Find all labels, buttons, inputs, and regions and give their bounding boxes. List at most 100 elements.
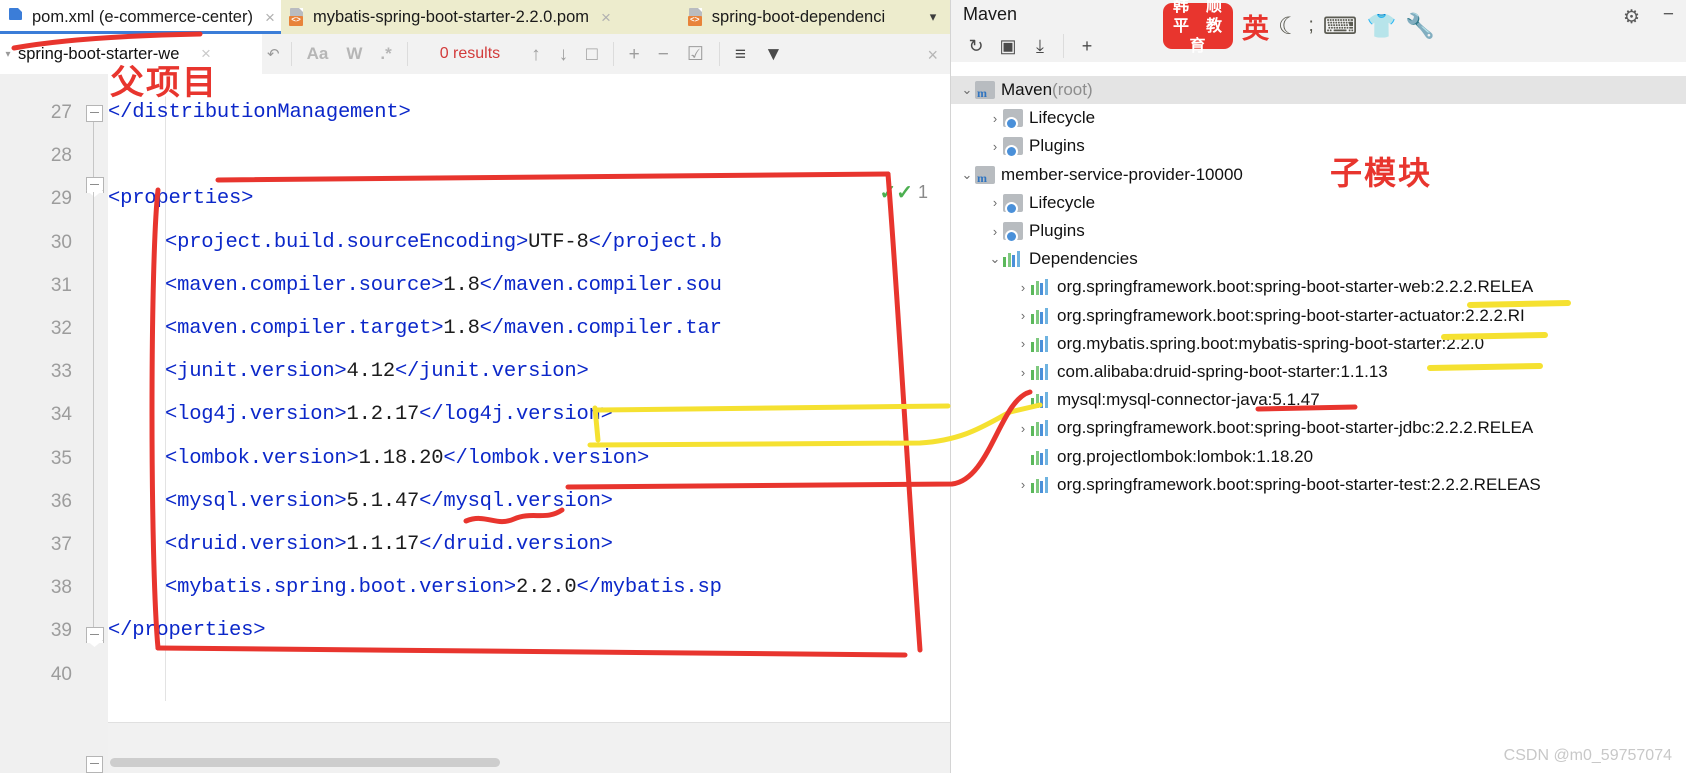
find-next-icon[interactable]: ↓ — [550, 45, 578, 64]
chevron-right-icon[interactable]: › — [1015, 280, 1031, 295]
maven-tree-row[interactable]: › org.springframework.boot:spring-boot-st… — [951, 273, 1686, 301]
chevron-right-icon[interactable]: › — [987, 139, 1003, 154]
maven-tree-label: org.springframework.boot:spring-boot-sta… — [1057, 277, 1534, 297]
regex-toggle[interactable]: .* — [371, 44, 400, 64]
inspection-status[interactable]: ✓✓ 1 — [879, 182, 928, 203]
xml-value: 5.1.47 — [346, 489, 420, 513]
tab-pom-xml[interactable]: <> pom.xml (e-commerce-center) × — [0, 0, 281, 34]
xml-tag: <maven.compiler.target> — [165, 317, 444, 340]
tab-list-dropdown-icon[interactable]: ▾ — [916, 0, 950, 34]
maven-tree-label: Plugins — [1029, 221, 1085, 240]
code-line: <log4j.version>1.2.17</log4j.version> — [165, 403, 613, 426]
editor-tab-bar: <> pom.xml (e-commerce-center) × <> myba… — [0, 0, 950, 35]
maven-tree-row[interactable]: › org.springframework.boot:spring-boot-st… — [951, 302, 1686, 330]
bars-icon — [1031, 307, 1051, 324]
xml-tag: </junit.version> — [394, 360, 589, 384]
xml-tag: </log4j.version> — [419, 403, 613, 427]
code-editor[interactable]: 27 28 29 30 31 32 33 34 35 36 37 38 39 40 </distribut… — [0, 74, 950, 773]
select-all-occurrences-icon[interactable]: □ — [577, 45, 606, 64]
reload-projects-icon[interactable]: ↻ — [961, 33, 991, 59]
ime-language-indicator[interactable]: 英 — [1242, 7, 1269, 46]
tab-label: mybatis-spring-boot-starter-2.2.0.pom — [313, 7, 590, 26]
chevron-right-icon[interactable]: › — [1015, 421, 1031, 436]
logo-char: 平 — [1172, 16, 1190, 35]
xml-tag: <mysql.version> — [165, 489, 347, 513]
fold-toggle[interactable] — [86, 756, 103, 773]
chevron-right-icon: › — [1015, 449, 1031, 464]
add-maven-project-icon[interactable]: + — [1072, 33, 1102, 59]
horizontal-scrollbar[interactable] — [110, 758, 500, 767]
select-all-icon[interactable]: ☑ — [678, 45, 713, 64]
maven-projects-tree[interactable]: ⌄ Maven (root) › Lifecycle › Plugins ⌄ member-s… — [951, 70, 1686, 773]
maven-tree-row[interactable]: › Plugins — [951, 132, 1686, 160]
code-folding-column[interactable] — [80, 74, 108, 773]
xml-value: 1.8 — [443, 317, 480, 340]
maven-tree-row[interactable]: › org.projectlombok:lombok:1.18.20 — [951, 443, 1686, 471]
gear-icon[interactable]: ⚙ — [1623, 6, 1640, 29]
chevron-right-icon[interactable]: › — [1015, 336, 1031, 351]
fold-toggle[interactable] — [86, 627, 104, 648]
code-text-area[interactable]: </distributionManagement> <properties> <pr… — [108, 74, 950, 773]
maven-tree-row[interactable]: › org.springframework.boot:spring-boot-st… — [951, 414, 1686, 442]
tab-close-icon[interactable]: × — [601, 9, 611, 26]
maven-tree-row[interactable]: › Lifecycle — [951, 189, 1686, 217]
match-case-toggle[interactable]: Aa — [298, 44, 338, 64]
maven-tree-label: org.springframework.boot:spring-boot-sta… — [1057, 474, 1541, 494]
whole-words-toggle[interactable]: W — [337, 44, 371, 64]
xml-file-icon: <> — [687, 8, 705, 26]
chevron-right-icon[interactable]: › — [987, 195, 1003, 210]
minimize-icon[interactable]: − — [1663, 4, 1674, 26]
chevron-down-icon[interactable]: ⌄ — [959, 82, 975, 98]
maven-tree-row[interactable]: › mysql:mysql-connector-java:5.1.47 — [951, 386, 1686, 414]
chevron-right-icon[interactable]: › — [987, 111, 1003, 126]
chevron-right-icon[interactable]: › — [1015, 365, 1031, 380]
wrench-icon[interactable]: 🔧 — [1405, 12, 1435, 41]
search-history-icon[interactable]: ↶ — [262, 45, 285, 63]
indent-icon[interactable]: ≡ — [726, 45, 755, 64]
maven-tree-row[interactable]: › org.springframework.boot:spring-boot-st… — [951, 471, 1686, 499]
code-line: <maven.compiler.target>1.8</maven.compil… — [165, 317, 722, 340]
xml-value: 4.12 — [346, 360, 396, 384]
punctuation-icon[interactable]: ; — [1309, 15, 1314, 37]
maven-tree-row[interactable]: ⌄ member-service-provider-10000 — [951, 161, 1686, 189]
line-number: 35 — [50, 447, 72, 469]
chevron-down-icon[interactable]: ▾ — [0, 49, 16, 60]
xml-value: 2.2.0 — [515, 576, 577, 600]
filter-icon[interactable]: ▼ — [755, 45, 792, 64]
attach-project-icon[interactable]: ▣ — [993, 33, 1023, 59]
maven-tree-label: member-service-provider-10000 — [1001, 164, 1243, 184]
maven-tree-row[interactable]: › com.alibaba:druid-spring-boot-starter:1… — [951, 358, 1686, 386]
maven-tree-row[interactable]: ⌄ Maven (root) — [951, 76, 1686, 104]
moon-icon[interactable]: ☾ — [1278, 12, 1300, 41]
download-sources-icon[interactable]: ⤓ — [1025, 33, 1055, 59]
chevron-down-icon[interactable]: ⌄ — [987, 251, 1003, 267]
maven-tree-row[interactable]: › Plugins — [951, 217, 1686, 245]
keyboard-icon[interactable]: ⌨ — [1323, 12, 1358, 41]
tab-spring-boot-dependencies[interactable]: <> spring-boot-dependenci — [679, 0, 950, 34]
divider — [718, 42, 720, 66]
close-find-icon[interactable]: × — [927, 45, 938, 66]
find-previous-icon[interactable]: ↑ — [522, 45, 550, 64]
hanshunping-logo: 韩顺平教育 — [1163, 0, 1233, 55]
code-line: </distributionManagement> — [108, 101, 411, 124]
maven-tree-label: Maven — [1001, 80, 1053, 99]
maven-tree-row[interactable]: › org.mybatis.spring.boot:mybatis-spring-… — [951, 330, 1686, 358]
maven-tree-suffix: (root) — [1052, 80, 1093, 99]
chevron-right-icon[interactable]: › — [987, 224, 1003, 239]
add-selection-icon[interactable]: + — [620, 45, 649, 64]
chevron-right-icon[interactable]: › — [1015, 308, 1031, 323]
tab-close-icon[interactable]: × — [265, 9, 275, 26]
maven-tree-row[interactable]: ⌄ Dependencies — [951, 245, 1686, 273]
bars-icon — [1031, 420, 1051, 437]
fold-toggle[interactable] — [86, 105, 103, 122]
inspection-count: 1 — [917, 182, 928, 202]
code-line: <druid.version>1.1.17</druid.version> — [165, 533, 613, 556]
xml-tag: <druid.version> — [165, 533, 347, 556]
chevron-down-icon[interactable]: ⌄ — [959, 167, 975, 183]
tab-mybatis-pom[interactable]: <> mybatis-spring-boot-starter-2.2.0.pom… — [281, 0, 680, 34]
maven-tree-row[interactable]: › Lifecycle — [951, 104, 1686, 132]
fold-toggle[interactable] — [86, 177, 104, 198]
remove-selection-icon[interactable]: − — [649, 45, 678, 64]
skin-icon[interactable]: 👕 — [1366, 12, 1396, 41]
chevron-right-icon[interactable]: › — [1015, 477, 1031, 492]
